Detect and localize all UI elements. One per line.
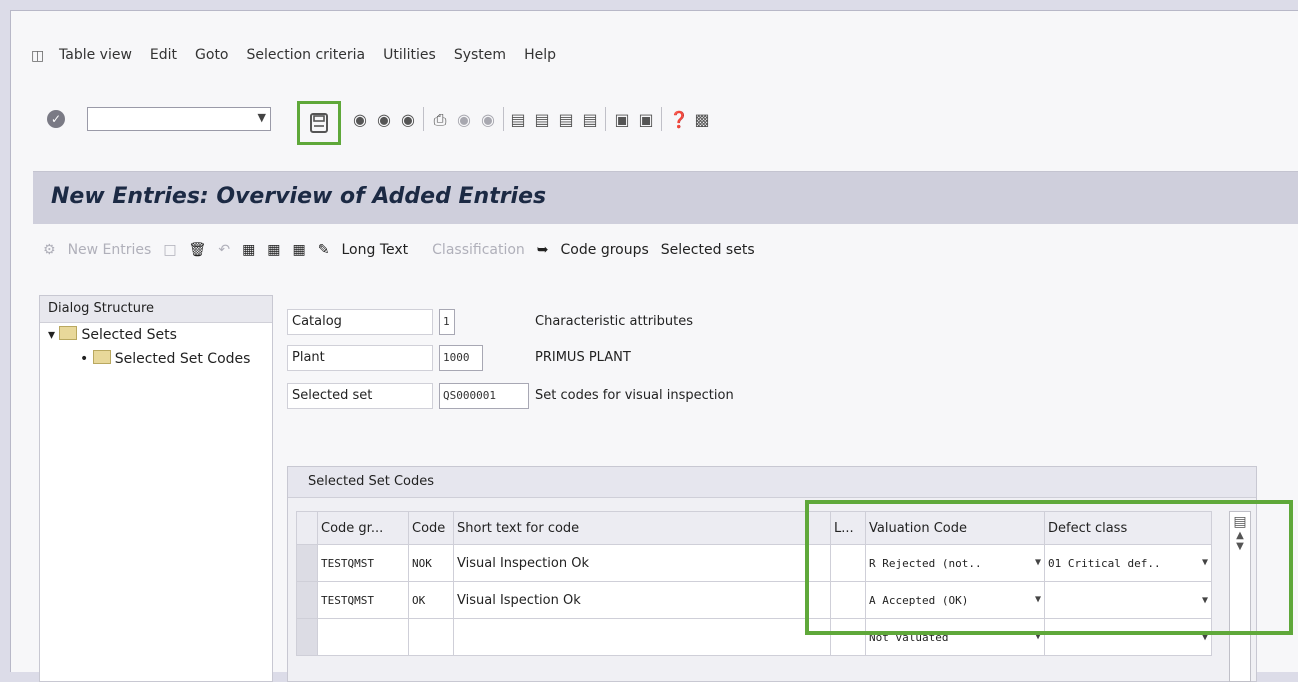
tree-item-selected-set-codes[interactable]: • Selected Set Codes	[40, 347, 272, 371]
code-cell[interactable]: NOK	[408, 544, 454, 582]
catalog-description: Characteristic attributes	[535, 314, 694, 329]
page-title: New Entries: Overview of Added Entries	[51, 184, 547, 209]
table-title: Selected Set Codes	[288, 467, 1256, 498]
command-field[interactable]: ▼	[87, 107, 271, 131]
row-selector[interactable]	[296, 581, 318, 619]
standard-toolbar: ✓ ▼ ◉ ◉ ◉ ⎙ ◉ ◉ ▤ ▤ ▤ ▤ ▣ ▣ ❓ ▩	[11, 99, 1298, 145]
menu-selection-criteria[interactable]: Selection criteria	[247, 47, 366, 63]
back-icon[interactable]: ◉	[351, 111, 369, 129]
new-entries-button: New Entries	[67, 242, 152, 258]
folder-icon	[59, 326, 78, 340]
save-icon	[310, 113, 328, 133]
copy-icon: □	[163, 242, 177, 258]
dialog-structure-panel: Dialog Structure ▾ Selected Sets • Selec…	[39, 295, 273, 682]
select-all-icon[interactable]: ▦	[242, 242, 255, 258]
toolbar-separator	[605, 107, 606, 131]
deselect-all-icon[interactable]: ▦	[293, 242, 306, 258]
row-selector[interactable]	[296, 618, 318, 656]
new-session-icon[interactable]: ▣	[613, 111, 631, 129]
cancel-icon[interactable]: ◉	[399, 111, 417, 129]
next-page-icon[interactable]: ▤	[557, 111, 575, 129]
short-text-cell[interactable]: Visual Ispection Ok	[453, 581, 831, 619]
toolbar-separator	[503, 107, 504, 131]
undo-icon: ↶	[218, 242, 231, 258]
menu-help[interactable]: Help	[524, 47, 556, 63]
short-text-cell[interactable]	[453, 618, 831, 656]
application-toolbar: ⚙ New Entries □ 🗑 ↶ ▦ ▦ ▦ ✎ Long Text Cla…	[33, 233, 1298, 267]
change-display-icon: ⚙	[43, 242, 56, 258]
code-group-cell[interactable]	[317, 618, 409, 656]
toolbar-separator	[661, 107, 662, 131]
col-short-text[interactable]: Short text for code	[453, 511, 831, 545]
menu-bar: ◫ Table view Edit Goto Selection criteri…	[11, 41, 1298, 69]
row-selector[interactable]	[296, 544, 318, 582]
annotation-highlight-box	[805, 500, 1293, 635]
menu-utilities[interactable]: Utilities	[383, 47, 436, 63]
selected-set-label: Selected set	[287, 383, 433, 409]
col-code[interactable]: Code	[408, 511, 454, 545]
plant-label: Plant	[287, 345, 433, 371]
previous-page-icon[interactable]: ▤	[533, 111, 551, 129]
chevron-down-icon[interactable]: ▼	[258, 111, 266, 124]
menu-exit-icon[interactable]: ◫	[31, 48, 47, 64]
menu-system[interactable]: System	[454, 47, 506, 63]
code-cell[interactable]	[408, 618, 454, 656]
code-group-cell[interactable]: TESTQMST	[317, 581, 409, 619]
selected-sets-button[interactable]: Selected sets	[661, 242, 755, 258]
find-icon: ◉	[457, 110, 471, 129]
select-block-icon[interactable]: ▦	[267, 242, 280, 258]
print-icon[interactable]: ⎙	[431, 111, 449, 129]
first-page-icon[interactable]: ▤	[509, 111, 527, 129]
tree-item-selected-sets[interactable]: ▾ Selected Sets	[40, 323, 272, 347]
code-cell[interactable]: OK	[408, 581, 454, 619]
dialog-structure-header: Dialog Structure	[40, 296, 272, 323]
selected-set-description: Set codes for visual inspection	[535, 388, 734, 403]
long-text-button[interactable]: ✎ Long Text	[318, 242, 420, 258]
menu-goto[interactable]: Goto	[195, 47, 228, 63]
code-groups-icon[interactable]: ➥	[537, 242, 549, 258]
open-folder-icon	[92, 350, 111, 364]
exit-icon[interactable]: ◉	[375, 111, 393, 129]
customize-layout-icon[interactable]: ▩	[693, 111, 711, 129]
short-text-cell[interactable]: Visual Inspection Ok	[453, 544, 831, 582]
toolbar-separator	[423, 107, 424, 131]
plant-description: PRIMUS PLANT	[535, 350, 631, 365]
select-all-rows-cell[interactable]	[296, 511, 318, 545]
classification-button: Classification	[432, 242, 525, 258]
last-page-icon[interactable]: ▤	[581, 111, 599, 129]
delete-icon[interactable]: 🗑	[189, 242, 207, 258]
menu-table-view[interactable]: Table view	[59, 47, 132, 63]
save-button[interactable]	[297, 101, 341, 145]
tree-item-label: Selected Set Codes	[114, 351, 251, 367]
find-next-icon: ◉	[481, 110, 495, 129]
catalog-field[interactable]: 1	[439, 309, 455, 335]
code-groups-button[interactable]: Code groups	[561, 242, 649, 258]
catalog-label: Catalog	[287, 309, 433, 335]
plant-field[interactable]: 1000	[439, 345, 483, 371]
long-text-label: Long Text	[341, 242, 409, 258]
triangle-down-icon[interactable]: ▾	[48, 327, 55, 343]
title-bar: New Entries: Overview of Added Entries	[33, 171, 1298, 224]
enter-check-icon[interactable]: ✓	[47, 110, 65, 128]
help-icon[interactable]: ❓	[669, 111, 689, 129]
selected-set-field[interactable]: QS000001	[439, 383, 529, 409]
sap-window: ◫ Table view Edit Goto Selection criteri…	[10, 10, 1298, 682]
bullet-icon: •	[80, 351, 89, 367]
col-code-group[interactable]: Code gr...	[317, 511, 409, 545]
menu-edit[interactable]: Edit	[150, 47, 177, 63]
shortcut-icon[interactable]: ▣	[637, 111, 655, 129]
code-group-cell[interactable]: TESTQMST	[317, 544, 409, 582]
long-text-icon: ✎	[317, 242, 330, 258]
tree-item-label: Selected Sets	[81, 327, 177, 343]
